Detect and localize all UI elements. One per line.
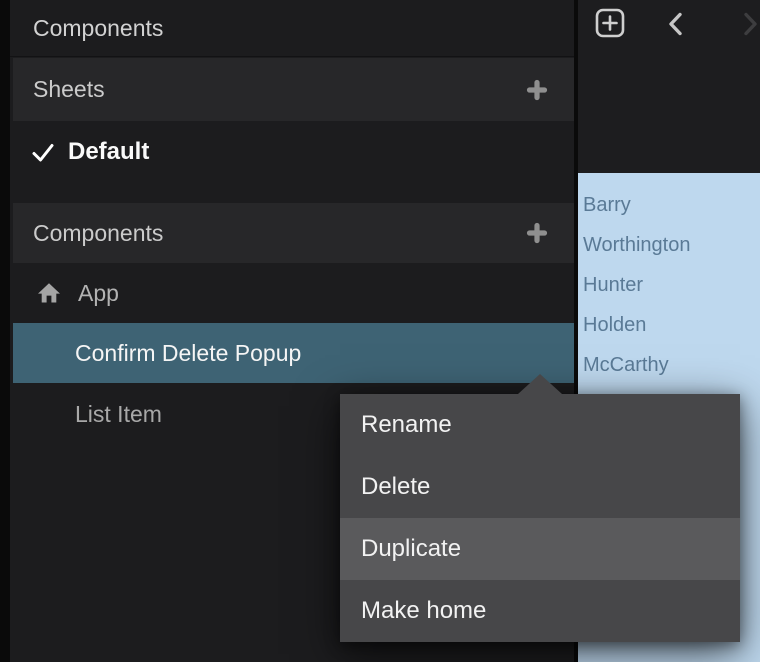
check-icon (31, 140, 55, 164)
list-item-text: Barry (583, 194, 631, 217)
component-item-label: App (78, 280, 119, 307)
list-item[interactable]: McCarthy (578, 345, 760, 385)
sheet-item-label: Default (68, 138, 149, 166)
add-page-icon[interactable] (595, 8, 625, 38)
list-item-text: Holden (583, 314, 646, 337)
menu-item-label: Rename (361, 411, 452, 439)
add-sheet-plus-icon[interactable] (526, 79, 548, 101)
sheet-item-default[interactable]: Default (10, 121, 574, 183)
sheets-header-label: Sheets (33, 76, 105, 103)
list-item[interactable]: Hunter (578, 265, 760, 305)
menu-item-label: Duplicate (361, 535, 461, 563)
menu-item-rename[interactable]: Rename (340, 394, 740, 456)
menu-item-label: Make home (361, 597, 486, 625)
chevron-left-icon[interactable] (665, 11, 687, 37)
menu-pointer-arrow (518, 374, 562, 394)
components-section-header[interactable]: Components (13, 203, 574, 263)
component-context-menu: Rename Delete Duplicate Make home (340, 394, 740, 642)
sidebar-title: Components (10, 0, 574, 57)
menu-item-duplicate[interactable]: Duplicate (340, 518, 740, 580)
list-item[interactable]: Barry (578, 185, 760, 225)
home-icon (37, 281, 61, 305)
menu-item-make-home[interactable]: Make home (340, 580, 740, 642)
list-item-text: Hunter (583, 274, 643, 297)
sidebar-title-label: Components (33, 15, 163, 42)
preview-toolbar (578, 0, 760, 48)
left-edge-strip (0, 0, 10, 662)
list-item[interactable]: Worthington (578, 225, 760, 265)
list-item-text: McCarthy (583, 354, 669, 377)
components-header-label: Components (33, 220, 163, 247)
menu-item-label: Delete (361, 473, 430, 501)
component-item-confirm-delete-popup[interactable]: Confirm Delete Popup (13, 323, 574, 383)
add-component-plus-icon[interactable] (526, 222, 548, 244)
component-item-app[interactable]: App (10, 263, 574, 323)
component-item-label: Confirm Delete Popup (75, 340, 301, 367)
chevron-right-icon[interactable] (739, 11, 760, 37)
menu-item-delete[interactable]: Delete (340, 456, 740, 518)
sheets-section-header[interactable]: Sheets (13, 58, 574, 121)
list-item[interactable]: Holden (578, 305, 760, 345)
component-item-label: List Item (75, 401, 162, 428)
list-item-text: Worthington (583, 234, 690, 257)
